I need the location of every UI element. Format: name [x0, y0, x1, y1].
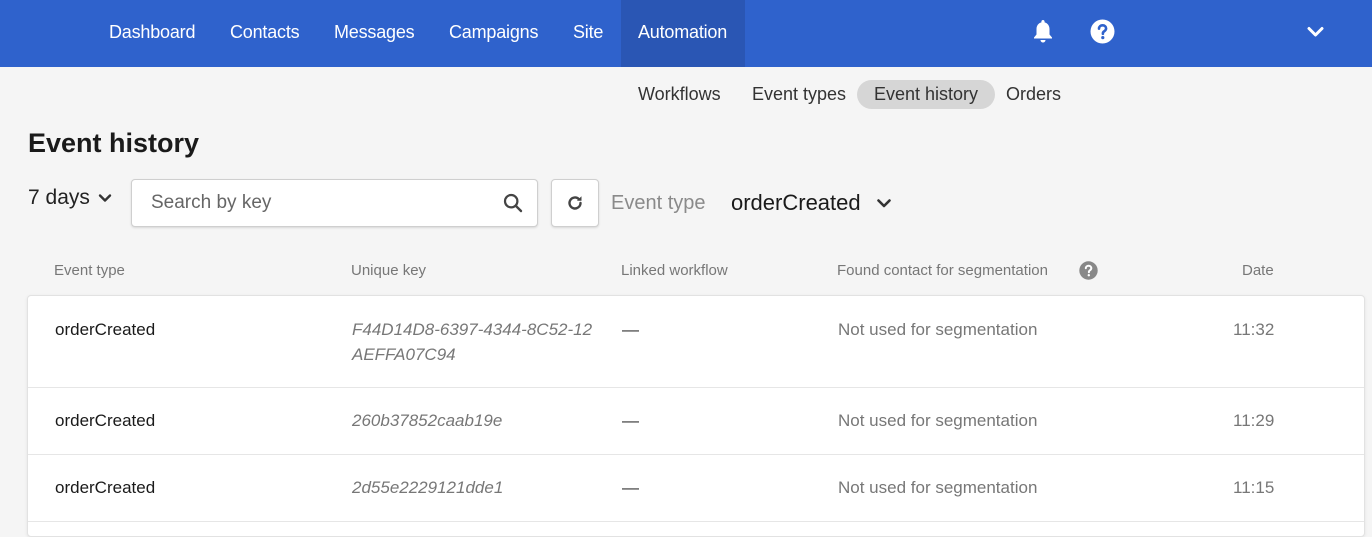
- period-dropdown[interactable]: 7 days: [28, 186, 112, 210]
- nav-item-contacts[interactable]: Contacts: [213, 0, 316, 67]
- cell-event-type: orderCreated: [55, 411, 156, 430]
- nav-item-messages[interactable]: Messages: [317, 0, 431, 67]
- nav-item-dashboard[interactable]: Dashboard: [92, 0, 212, 67]
- cell-unique-key: F44D14D8-6397-4344-8C52-12AEFFA07C94: [352, 320, 593, 364]
- chevron-down-icon: [98, 194, 112, 203]
- column-header-event-type[interactable]: Event type: [54, 262, 125, 279]
- search-box: [131, 179, 538, 227]
- search-icon[interactable]: [503, 193, 523, 218]
- cell-unique-key: 2d55e2229121dde1: [352, 478, 504, 497]
- event-history-table: orderCreated F44D14D8-6397-4344-8C52-12A…: [27, 295, 1365, 537]
- chevron-down-icon[interactable]: [876, 196, 892, 214]
- refresh-button[interactable]: [551, 179, 599, 227]
- page-title: Event history: [28, 128, 200, 158]
- cell-linked-workflow: —: [622, 320, 639, 339]
- nav-item-site[interactable]: Site: [556, 0, 620, 67]
- column-header-linked-workflow[interactable]: Linked workflow: [621, 262, 728, 279]
- table-row[interactable]: orderCreated 2d55e2229121dde1 — Not used…: [28, 455, 1364, 522]
- event-type-label: Event type: [611, 192, 706, 214]
- column-header-date[interactable]: Date: [1242, 262, 1274, 279]
- table-row[interactable]: orderCreated 260b37852caab19e — Not used…: [28, 388, 1364, 455]
- cell-date: 11:32: [1233, 320, 1275, 339]
- cell-segmentation: Not used for segmentation: [838, 478, 1038, 497]
- event-type-select[interactable]: orderCreated: [731, 190, 861, 216]
- top-navigation-bar: Dashboard Contacts Messages Campaigns Si…: [0, 0, 1372, 67]
- cell-segmentation: Not used for segmentation: [838, 411, 1038, 430]
- column-header-found-contact[interactable]: Found contact for segmentation: [837, 262, 1048, 279]
- cell-event-type: orderCreated: [55, 478, 156, 497]
- table-row[interactable]: orderCreated F44D14D8-6397-4344-8C52-12A…: [28, 296, 1364, 388]
- subnav-orders[interactable]: Orders: [989, 80, 1078, 109]
- subnav-event-history[interactable]: Event history: [857, 80, 996, 109]
- chevron-down-icon[interactable]: [1307, 25, 1324, 43]
- help-icon[interactable]: [1079, 261, 1098, 285]
- cell-segmentation: Not used for segmentation: [838, 320, 1038, 339]
- search-input[interactable]: [132, 180, 501, 226]
- cell-date: 11:29: [1233, 411, 1275, 430]
- cell-event-type: orderCreated: [55, 320, 156, 339]
- nav-item-campaigns[interactable]: Campaigns: [432, 0, 555, 67]
- bell-icon[interactable]: [1031, 18, 1055, 49]
- nav-item-automation[interactable]: Automation: [621, 0, 745, 67]
- help-icon[interactable]: [1090, 19, 1115, 49]
- cell-linked-workflow: —: [622, 478, 639, 497]
- subnav-event-types[interactable]: Event types: [735, 80, 863, 109]
- cell-unique-key: 260b37852caab19e: [352, 411, 503, 430]
- period-value: 7 days: [28, 186, 90, 209]
- subnav-workflows[interactable]: Workflows: [621, 80, 738, 109]
- cell-linked-workflow: —: [622, 411, 639, 430]
- column-header-unique-key[interactable]: Unique key: [351, 262, 426, 279]
- cell-date: 11:15: [1233, 478, 1275, 497]
- refresh-icon: [568, 196, 582, 210]
